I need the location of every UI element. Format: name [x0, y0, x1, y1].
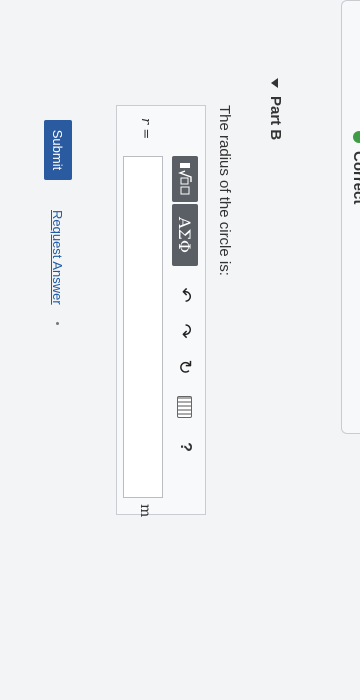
redo-icon[interactable]: ↷ — [172, 320, 198, 342]
reset-icon[interactable]: ↻ — [172, 356, 198, 378]
math-toolbar: ΑΣΦ ↶ ↷ ↻ ? — [171, 156, 199, 458]
answer-input[interactable] — [123, 156, 163, 498]
question-text: The radius of the circle is: — [216, 105, 233, 276]
variable-label: r = — [138, 118, 153, 140]
previous-part-card: Correct — [341, 0, 360, 434]
status-label: Correct — [350, 151, 360, 205]
page-rotated: Correct Part B The radius of the circle … — [0, 0, 360, 700]
answer-box: ΑΣΦ ↶ ↷ ↻ ? r = m — [116, 105, 206, 518]
templates-button[interactable] — [172, 156, 198, 202]
unit-label: m — [137, 504, 153, 518]
collapse-arrow-icon[interactable] — [271, 78, 278, 88]
greek-symbols-button[interactable]: ΑΣΦ — [172, 204, 198, 266]
decorative-dot — [56, 322, 59, 325]
templates-icon — [178, 163, 192, 195]
part-title[interactable]: Part B — [267, 96, 284, 140]
submit-button[interactable]: Submit — [44, 120, 72, 180]
undo-icon[interactable]: ↶ — [172, 284, 198, 306]
request-answer-link[interactable]: Request Answer — [50, 210, 65, 305]
check-icon — [353, 131, 360, 143]
keyboard-icon[interactable] — [177, 396, 193, 418]
help-button[interactable]: ? — [172, 436, 198, 458]
